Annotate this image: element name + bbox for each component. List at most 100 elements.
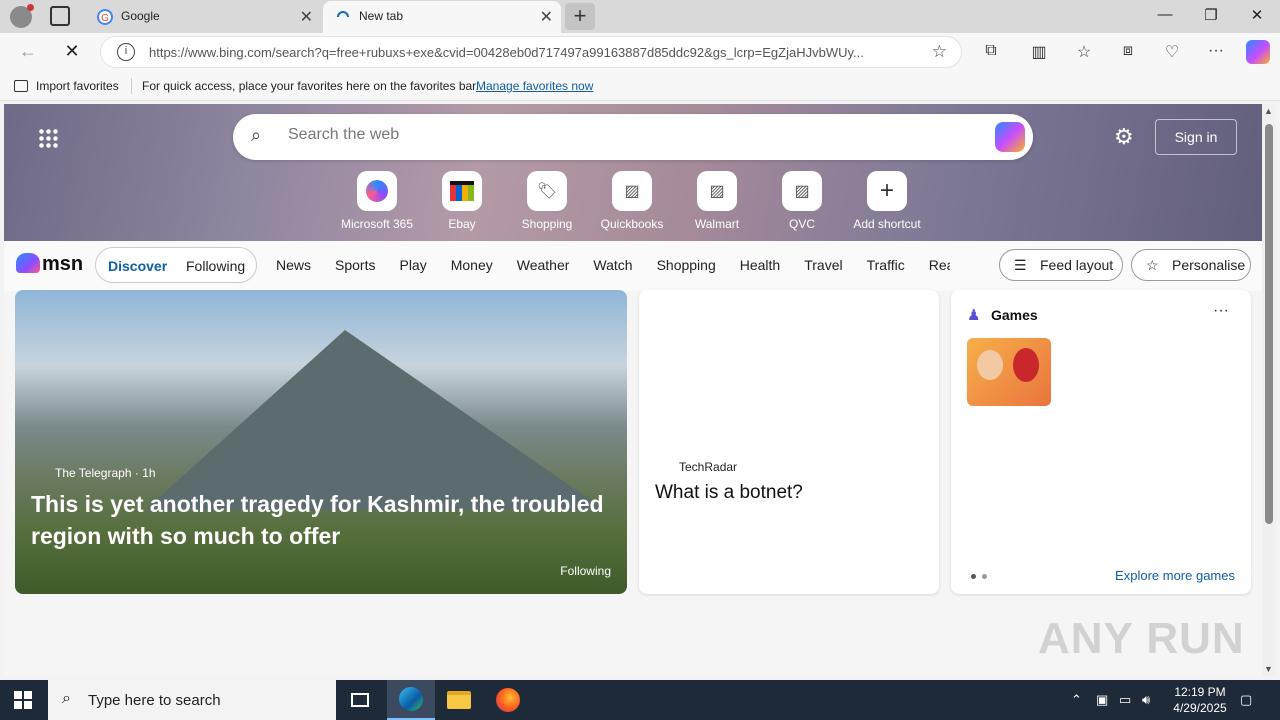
device-icon[interactable]: ▣ (1096, 692, 1108, 708)
import-favorites-label: Import favorites (36, 79, 119, 93)
edge-taskbar-icon[interactable] (387, 680, 435, 720)
shortcut-walmart[interactable]: ▨ Walmart (675, 171, 759, 231)
ebay-bag-icon (442, 171, 482, 211)
news-card-botnet[interactable]: TechRadar What is a botnet? (639, 290, 939, 594)
file-explorer-icon[interactable] (435, 680, 483, 720)
favorite-star-icon[interactable]: ☆ (932, 42, 947, 62)
page-settings-icon[interactable]: ⚙ (1114, 124, 1134, 150)
windows-start-icon[interactable] (14, 691, 32, 709)
nav-travel[interactable]: Travel (804, 257, 842, 273)
games-icon: ♟ (967, 307, 981, 324)
shortcut-add[interactable]: + Add shortcut (845, 171, 929, 231)
profile-avatar[interactable] (10, 4, 34, 28)
msn-logo[interactable]: msn (16, 253, 83, 276)
nav-watch[interactable]: Watch (593, 257, 632, 273)
search-icon: ⌕ (251, 125, 262, 145)
star-icon: ☆ (1146, 257, 1159, 273)
price-tag-icon: 🏷 (527, 171, 567, 211)
back-icon[interactable]: ← (16, 41, 40, 62)
minimize-icon[interactable]: — (1142, 6, 1188, 23)
placeholder-image-icon: ▨ (697, 171, 737, 211)
favorites-icon[interactable]: ☆ (1073, 42, 1095, 64)
url-text[interactable]: https://www.bing.com/search?q=free+rubux… (149, 45, 919, 60)
import-icon (14, 80, 28, 92)
nav-news[interactable]: News (276, 257, 311, 273)
collections-icon[interactable]: ⧈ (1117, 42, 1139, 64)
tab-bar: G Google ✕ New tab ✕ + — ❐ ✕ (0, 0, 1280, 33)
copilot-search-icon[interactable] (995, 122, 1025, 152)
scroll-down-icon[interactable]: ▼ (1264, 664, 1273, 674)
carousel-dots[interactable] (971, 574, 987, 580)
news-headline[interactable]: What is a botnet? (655, 482, 803, 504)
site-info-icon[interactable]: i (117, 43, 135, 61)
split-screen-icon[interactable]: ▥ (1028, 42, 1050, 64)
loading-spinner-icon (337, 11, 349, 18)
volume-icon[interactable]: 🔊︎ (1142, 692, 1150, 708)
anyrun-watermark: ANY RUN (1038, 614, 1245, 663)
system-clock[interactable]: 12:19 PM 4/29/2025 (1160, 684, 1240, 716)
msn-nav-bar: msn Discover Following News Sports Play Mon… (4, 241, 1262, 291)
shortcut-label: Quickbooks (600, 217, 664, 231)
google-icon: G (97, 9, 113, 25)
feed-layout-button[interactable]: ☰ Feed layout (999, 249, 1123, 281)
network-icon[interactable]: ▭ (1119, 692, 1131, 708)
web-search-box[interactable]: ⌕ (233, 114, 1033, 160)
app-launcher-icon[interactable] (38, 128, 58, 148)
shortcut-label: Add shortcut (853, 217, 921, 231)
manage-favorites-link[interactable]: Manage favorites now (476, 79, 593, 93)
nav-health[interactable]: Health (740, 257, 780, 273)
restore-icon[interactable]: ❐ (1188, 6, 1234, 24)
copilot-icon[interactable] (1246, 40, 1270, 64)
personalise-button[interactable]: ☆ Personalise (1131, 249, 1251, 281)
clock-time: 12:19 PM (1174, 685, 1226, 699)
shortcut-label: QVC (788, 217, 815, 231)
news-card-kashmir[interactable]: The Telegraph · 1h This is yet another t… (15, 290, 627, 594)
firefox-icon[interactable] (484, 680, 532, 720)
news-source: The Telegraph · 1h (55, 466, 156, 480)
nav-sports[interactable]: Sports (335, 257, 375, 273)
more-menu-icon[interactable]: ··· (1205, 42, 1227, 64)
tab-new-tab[interactable]: New tab ✕ (323, 1, 561, 33)
nav-money[interactable]: Money (451, 257, 493, 273)
close-tab-icon[interactable]: ✕ (540, 7, 553, 27)
tab-google[interactable]: G Google ✕ (85, 1, 321, 33)
shortcut-qvc[interactable]: ▨ QVC (760, 171, 844, 231)
nav-traffic[interactable]: Traffic (867, 257, 905, 273)
address-bar[interactable]: i https://www.bing.com/search?q=free+rub… (100, 36, 962, 68)
game-thumbnail[interactable] (967, 338, 1051, 406)
nav-play[interactable]: Play (399, 257, 426, 273)
new-tab-button[interactable]: + (565, 3, 595, 30)
stop-loading-icon[interactable]: ✕ (60, 41, 84, 62)
new-tab-page: ⌕ ⚙ Sign in Microsoft 365 Ebay 🏷 Shoppin… (4, 104, 1262, 676)
nav-real-estate[interactable]: Real E (929, 257, 950, 273)
scroll-up-icon[interactable]: ▲ (1264, 106, 1273, 116)
news-headline[interactable]: This is yet another tragedy for Kashmir,… (31, 488, 621, 552)
shortcut-quickbooks[interactable]: ▨ Quickbooks (590, 171, 674, 231)
import-favorites-button[interactable]: Import favorites (14, 79, 119, 93)
nav-weather[interactable]: Weather (517, 257, 570, 273)
extensions-icon[interactable]: ⧉ (980, 42, 1002, 64)
more-options-icon[interactable]: ··· (1213, 302, 1229, 320)
microsoft-365-icon (357, 171, 397, 211)
shortcut-ebay[interactable]: Ebay (420, 171, 504, 231)
shortcut-microsoft-365[interactable]: Microsoft 365 (335, 171, 419, 231)
show-hidden-icons-icon[interactable]: ⌃ (1071, 692, 1082, 708)
browser-essentials-icon[interactable]: ♡ (1161, 42, 1183, 64)
close-tab-icon[interactable]: ✕ (300, 7, 313, 27)
search-input[interactable] (288, 126, 968, 144)
tab-following[interactable]: Following (186, 258, 245, 274)
shortcut-shopping[interactable]: 🏷 Shopping (505, 171, 589, 231)
tab-discover[interactable]: Discover (108, 258, 167, 274)
notifications-icon[interactable]: ▢ (1240, 692, 1252, 708)
nav-shopping[interactable]: Shopping (657, 257, 716, 273)
task-view-icon[interactable] (336, 680, 384, 720)
taskbar-search[interactable]: ⌕ Type here to search (48, 680, 336, 720)
tab-title: Google (121, 9, 160, 23)
vertical-scrollbar[interactable]: ▲ ▼ (1262, 104, 1276, 676)
explore-games-link[interactable]: Explore more games (1115, 568, 1235, 583)
scrollbar-thumb[interactable] (1265, 124, 1273, 524)
tab-actions-icon[interactable] (50, 6, 70, 26)
sign-in-button[interactable]: Sign in (1155, 119, 1237, 155)
close-window-icon[interactable]: ✕ (1234, 6, 1280, 24)
address-row: ← ✕ i https://www.bing.com/search?q=free… (0, 33, 1280, 71)
